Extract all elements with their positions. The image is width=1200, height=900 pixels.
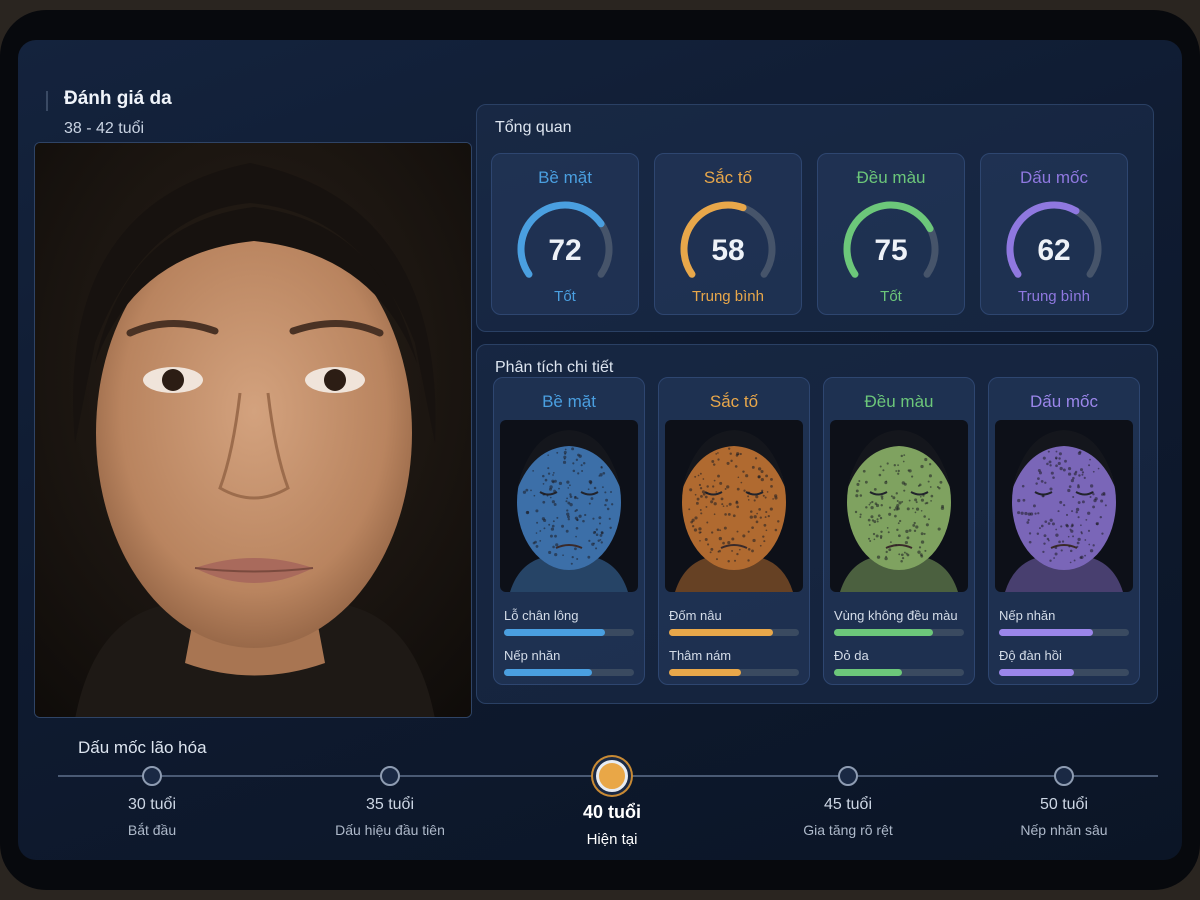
metric-progress-fill xyxy=(669,669,741,676)
milestone-age: 30 tuổi xyxy=(127,796,177,813)
timeline-milestone: 45 tuổi Gia tăng rõ rệt xyxy=(758,796,938,838)
metric-progress-fill xyxy=(834,669,902,676)
gauge-score: 72 xyxy=(548,234,581,267)
milestone-age: 40 tuổi xyxy=(582,802,641,822)
timeline-node[interactable] xyxy=(838,766,858,786)
score-gauge: 62 xyxy=(1006,201,1102,278)
metric-progress-fill xyxy=(669,629,773,636)
overview-title: Tổng quan xyxy=(495,119,572,136)
detail-title: Phân tích chi tiết xyxy=(495,359,614,376)
analysis-label: Bề mặt xyxy=(542,392,596,411)
milestone-description: Dấu hiệu đầu tiên xyxy=(335,822,445,838)
metric-progress-bar xyxy=(834,629,964,636)
age-range: 38 - 42 tuổi xyxy=(64,120,145,137)
timeline-node[interactable] xyxy=(380,766,400,786)
milestone-description: Gia tăng rõ rệt xyxy=(803,822,893,838)
metric-row: Vùng không đều màu xyxy=(834,608,964,636)
analysis-card[interactable]: Dấu mốc Nếp nhăn Độ đàn hồi xyxy=(988,377,1140,685)
milestone-description: Hiện tại xyxy=(586,831,638,848)
gauge-card[interactable]: Dấu mốc 62 Trung bình xyxy=(980,153,1128,315)
metric-label: Độ đàn hồi xyxy=(999,648,1062,663)
analysis-card[interactable]: Đều màu Vùng không đều màu Đỏ da xyxy=(823,377,975,685)
metric-label: Đốm nâu xyxy=(669,608,722,623)
gauge-status: Trung bình xyxy=(1018,288,1090,305)
metric-progress-fill xyxy=(834,629,933,636)
metric-row: Lỗ chân lông xyxy=(504,608,634,636)
metric-progress-bar xyxy=(669,629,799,636)
skin-assessment-screen: Đánh giá da 38 - 42 tuổi Tổng quan Bề mặ… xyxy=(18,40,1182,860)
gauge-label: Bề mặt xyxy=(538,168,592,187)
milestone-age: 45 tuổi xyxy=(823,796,873,813)
gauge-score: 62 xyxy=(1037,234,1070,267)
gauge-label: Sắc tố xyxy=(703,168,753,187)
metric-label: Nếp nhăn xyxy=(999,608,1056,623)
gauge-card[interactable]: Sắc tố 58 Trung bình xyxy=(654,153,802,315)
timeline-node-current[interactable] xyxy=(596,760,628,792)
analysis-label: Sắc tố xyxy=(709,392,759,411)
analysis-label: Dấu mốc xyxy=(1029,392,1099,411)
gauge-score: 75 xyxy=(874,234,907,267)
gauge-label: Dấu mốc xyxy=(1019,168,1089,187)
analysis-face-scan xyxy=(995,420,1133,592)
gauge-card[interactable]: Đều màu 75 Tốt xyxy=(817,153,965,315)
milestone-age: 35 tuổi xyxy=(365,796,415,813)
metric-progress-bar xyxy=(999,629,1129,636)
analysis-face-scan xyxy=(500,420,638,592)
metric-progress-bar xyxy=(669,669,799,676)
metric-progress-bar xyxy=(504,629,634,636)
milestone-age: 50 tuổi xyxy=(1039,796,1089,813)
face-portrait-image xyxy=(35,143,471,717)
analysis-face-scan xyxy=(830,420,968,592)
metric-label: Lỗ chân lông xyxy=(504,608,579,623)
metric-row: Thâm nám xyxy=(669,648,799,676)
metric-label: Vùng không đều màu xyxy=(834,608,958,623)
metric-label: Thâm nám xyxy=(669,648,732,663)
page-title: Đánh giá da xyxy=(64,88,172,109)
face-photo[interactable] xyxy=(34,142,472,718)
score-gauge: 58 xyxy=(680,201,776,278)
timeline-title: Dấu mốc lão hóa xyxy=(78,738,207,757)
analysis-face-scan xyxy=(665,420,803,592)
score-gauge: 75 xyxy=(843,201,939,278)
gauge-status: Tốt xyxy=(880,288,902,305)
timeline-milestone: 40 tuổi Hiện tại xyxy=(522,802,702,848)
page-header: Đánh giá da 38 - 42 tuổi xyxy=(46,88,172,138)
analysis-label: Đều màu xyxy=(864,392,934,411)
metric-row: Nếp nhăn xyxy=(999,608,1129,636)
milestone-description: Bắt đầu xyxy=(127,822,177,838)
metric-progress-bar xyxy=(834,669,964,676)
timeline-node[interactable] xyxy=(142,766,162,786)
metric-row: Nếp nhăn xyxy=(504,648,634,676)
metric-progress-fill xyxy=(504,669,593,676)
analysis-card[interactable]: Bề mặt Lỗ chân lông Nếp nhăn xyxy=(493,377,645,685)
score-gauge: 72 xyxy=(517,201,613,278)
gauge-label: Đều màu xyxy=(856,168,926,187)
metric-label: Nếp nhăn xyxy=(504,648,561,663)
milestone-description: Nếp nhăn sâu xyxy=(1020,822,1108,838)
gauge-status: Trung bình xyxy=(692,288,764,305)
metric-progress-fill xyxy=(999,669,1075,676)
analysis-card[interactable]: Sắc tố Đốm nâu Thâm nám xyxy=(658,377,810,685)
metric-row: Đỏ da xyxy=(834,648,964,676)
gauge-card[interactable]: Bề mặt 72 Tốt xyxy=(491,153,639,315)
timeline-milestone: 50 tuổi Nếp nhăn sâu xyxy=(974,796,1154,838)
timeline-node[interactable] xyxy=(1054,766,1074,786)
gauge-status: Tốt xyxy=(554,288,576,305)
metric-row: Độ đàn hồi xyxy=(999,648,1129,676)
overview-panel: Tổng quan Bề mặt 72 Tốt Sắc tố 58 Trung bình Đ… xyxy=(476,104,1154,332)
detail-panel: Phân tích chi tiết Bề mặt Lỗ chân lông Nếp… xyxy=(476,344,1158,704)
metric-label: Đỏ da xyxy=(834,648,869,663)
metric-progress-fill xyxy=(504,629,606,636)
gauge-score: 58 xyxy=(711,234,744,267)
metric-progress-bar xyxy=(999,669,1129,676)
timeline-milestone: 30 tuổi Bắt đầu xyxy=(62,796,242,838)
metric-progress-bar xyxy=(504,669,634,676)
timeline-milestone: 35 tuổi Dấu hiệu đầu tiên xyxy=(300,796,480,838)
metric-row: Đốm nâu xyxy=(669,608,799,636)
metric-progress-fill xyxy=(999,629,1093,636)
header-accent-bar xyxy=(46,91,48,111)
